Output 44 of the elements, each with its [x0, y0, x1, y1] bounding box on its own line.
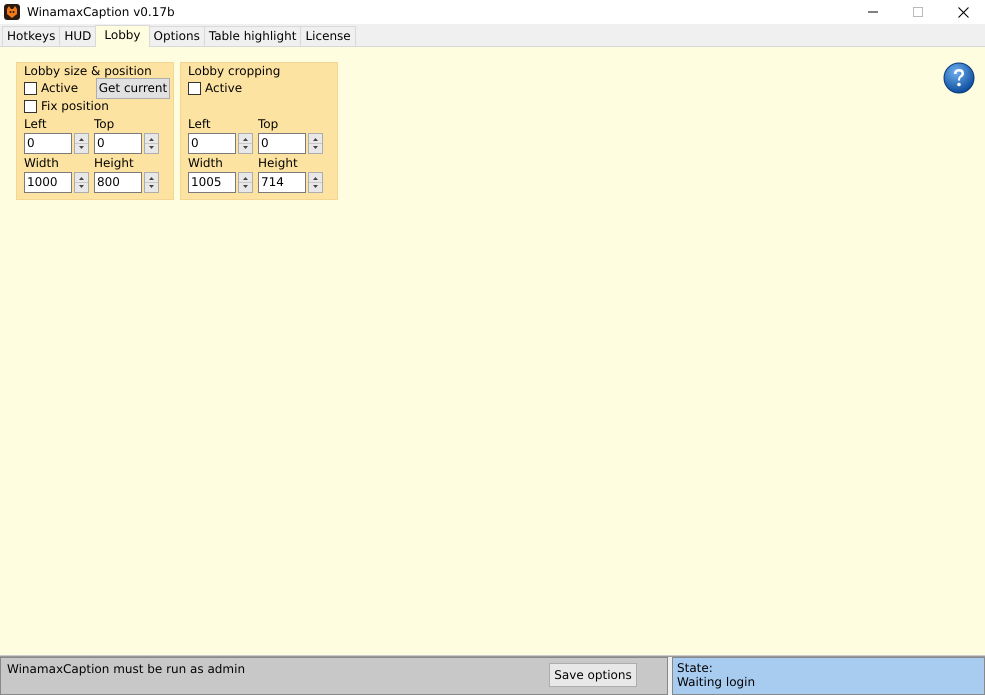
field-label: Top [258, 117, 280, 132]
help-icon[interactable] [943, 62, 975, 94]
field-label: Width [188, 156, 224, 171]
input-field[interactable]: 1000 [24, 172, 72, 192]
checkbox-label: Active [205, 81, 242, 95]
spinner[interactable] [308, 132, 323, 154]
input-field[interactable]: 800 [94, 172, 142, 192]
get-current-button[interactable]: Get current [96, 78, 170, 98]
input-field[interactable]: 0 [258, 132, 306, 154]
field-label: Top [94, 117, 116, 132]
group-title: Lobby cropping [188, 64, 282, 79]
field-label: Width [24, 156, 60, 171]
state-label: State: [677, 661, 714, 675]
spinner[interactable] [238, 132, 253, 154]
tab[interactable]: License [300, 26, 356, 46]
close-icon[interactable] [958, 6, 969, 18]
checkbox-label: Fix position [41, 99, 109, 113]
field-label: Height [94, 156, 135, 171]
checkbox[interactable] [24, 82, 37, 94]
spinner[interactable] [144, 172, 159, 192]
spinner[interactable] [308, 172, 323, 192]
window-title: WinamaxCaption v0.17b [27, 5, 175, 19]
spinner[interactable] [238, 172, 253, 192]
field-label: Height [258, 156, 299, 171]
spinner[interactable] [74, 172, 89, 192]
spinner[interactable] [74, 132, 89, 154]
tab[interactable]: Hotkeys [2, 26, 60, 46]
tab[interactable]: Lobby [95, 25, 150, 47]
input-field[interactable]: 714 [258, 172, 306, 192]
input-field[interactable]: 0 [24, 132, 72, 154]
input-field[interactable]: 1005 [188, 172, 236, 192]
state-value: Waiting login [677, 675, 756, 689]
checkbox-label: Active [41, 81, 78, 95]
checkbox[interactable] [188, 82, 201, 94]
input-field[interactable]: 0 [188, 132, 236, 154]
app-icon [4, 4, 20, 20]
save-options-button[interactable]: Save options [549, 663, 637, 687]
status-message: WinamaxCaption must be run as admin [7, 662, 246, 678]
field-label: Left [188, 117, 212, 132]
field-label: Left [24, 117, 48, 132]
spinner[interactable] [144, 132, 159, 154]
group-title: Lobby size & position [24, 64, 153, 79]
input-field[interactable]: 0 [94, 132, 142, 154]
checkbox[interactable] [24, 100, 37, 112]
